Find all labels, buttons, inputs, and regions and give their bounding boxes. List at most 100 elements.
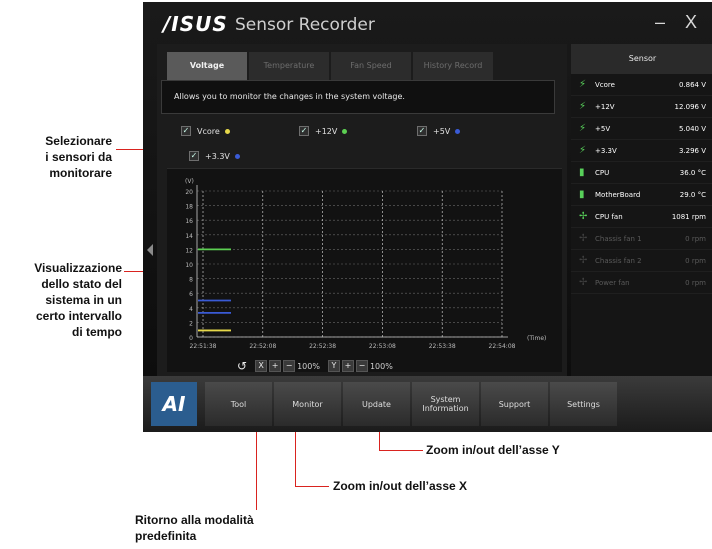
x-tick-label: 22:54:08 (489, 343, 516, 350)
sensor-value: 5.040 V (678, 124, 706, 133)
sensor-value: 0 rpm (685, 234, 706, 243)
annotation-line-zoom-x-h (295, 486, 329, 487)
sensor-label: +12V (315, 126, 338, 136)
x-tick-label: 22:52:08 (249, 343, 276, 350)
voltage-chart-svg: 2018161412108642022:51:38 22:52:08 22:52:3… (185, 178, 546, 350)
sensor-value: 12.096 V (674, 102, 706, 111)
y-tick-label: 20 (185, 189, 193, 196)
title-bar: /ISUS Sensor Recorder – X (143, 2, 712, 44)
tab-fan-speed[interactable]: Fan Speed (331, 52, 411, 80)
y-unit-label: (V) (185, 178, 194, 185)
sensor-name: Vcore (595, 80, 615, 89)
sensor-name: Chassis fan 2 (595, 256, 642, 265)
thermometer-icon: ▮ (579, 188, 585, 200)
y-tick-label: 16 (185, 218, 193, 225)
bolt-icon: ⚡ (579, 100, 587, 112)
annotation-line-zoom-y-h (379, 450, 423, 451)
sensor-row: ✢ CPU fan 1081 rpm (571, 206, 712, 228)
y-tick-label: 8 (189, 277, 193, 284)
sensor-name: CPU fan (595, 212, 623, 221)
annotation-system-status: Visualizzazione dello stato del sistema … (34, 261, 122, 339)
y-tick-label: 6 (189, 291, 193, 298)
sensor-row: ▮ CPU 36.0 °C (571, 162, 712, 184)
color-swatch (234, 153, 240, 159)
sensor-value: 1081 rpm (671, 212, 706, 221)
annotation-zoom-y: Zoom in/out dell’asse Y (426, 443, 560, 457)
checkbox-icon[interactable]: ✓ (189, 151, 199, 161)
asus-logo: /ISUS (163, 12, 228, 36)
sensor-checkbox-vcore[interactable]: ✓ Vcore (181, 124, 230, 138)
sensor-recorder-window: /ISUS Sensor Recorder – X Voltage Temper… (143, 2, 712, 432)
sensor-value: 29.0 °C (679, 190, 706, 199)
checkbox-icon[interactable]: ✓ (181, 126, 191, 136)
checkbox-icon[interactable]: ✓ (299, 126, 309, 136)
sensor-value: 3.296 V (678, 146, 706, 155)
sensor-value: 0 rpm (685, 256, 706, 265)
sensor-row: ✢ Power fan 0 rpm (571, 272, 712, 294)
x-tick-label: 22:52:38 (309, 343, 336, 350)
sensor-value: 0 rpm (685, 278, 706, 287)
bottom-dock: AI Tool Monitor Update System Informatio… (143, 376, 712, 432)
chevron-left-icon[interactable] (147, 244, 153, 256)
dock-menu: Tool Monitor Update System Information S… (205, 382, 619, 426)
color-swatch (224, 128, 230, 134)
window-title: Sensor Recorder (235, 15, 375, 35)
graph-controls: ↺ X + − 100% Y + − 100% (237, 359, 401, 373)
ai-suite-logo[interactable]: AI (151, 382, 197, 426)
sensor-label: Vcore (197, 126, 220, 136)
x-tick-label: 22:53:08 (369, 343, 396, 350)
tab-bar: Voltage Temperature Fan Speed History Re… (167, 52, 495, 80)
sensor-name: +5V (595, 124, 611, 133)
fan-icon: ✢ (579, 276, 588, 288)
y-tick-label: 0 (189, 335, 193, 342)
voltage-graph: 20 18 16 14 12 10 8 6 4 2 0 22:51:38 22:52:08 22:52:3… (167, 168, 562, 372)
y-axis-label: Y (327, 360, 340, 372)
sensor-label: +3.3V (205, 151, 230, 161)
y-zoom-in-icon[interactable]: + (341, 360, 354, 372)
sensor-name: MotherBoard (595, 190, 641, 199)
sensor-checkbox-12v[interactable]: ✓ +12V (299, 124, 348, 138)
tab-history-record[interactable]: History Record (413, 52, 493, 80)
sensor-panel-header: Sensor (571, 44, 712, 74)
fan-icon: ✢ (579, 210, 588, 222)
y-tick-label: 2 (189, 320, 193, 327)
x-zoom-value: 100% (297, 361, 320, 371)
x-unit-label: (Time) (527, 335, 546, 342)
bolt-icon: ⚡ (579, 78, 587, 90)
color-swatch (455, 128, 461, 134)
y-zoom-out-icon[interactable]: − (355, 360, 368, 372)
dock-settings-button[interactable]: Settings (550, 382, 617, 426)
dock-update-button[interactable]: Update (343, 382, 410, 426)
thermometer-icon: ▮ (579, 166, 585, 178)
sensor-row: ⚡ +3.3V 3.296 V (571, 140, 712, 162)
fan-icon: ✢ (579, 232, 588, 244)
dock-support-button[interactable]: Support (481, 382, 548, 426)
x-zoom-out-icon[interactable]: − (283, 360, 296, 372)
sensor-selector-group: ✓ Vcore ✓ +12V ✓ +5V ✓ +3.3V (181, 116, 557, 164)
dock-tool-button[interactable]: Tool (205, 382, 272, 426)
checkbox-icon[interactable]: ✓ (417, 126, 427, 136)
y-zoom-value: 100% (369, 361, 393, 371)
annotation-select-sensors: Selezionare i sensori da monitorare (45, 134, 112, 180)
dock-system-information-button[interactable]: System Information (412, 382, 479, 426)
bolt-icon: ⚡ (579, 144, 587, 156)
close-button[interactable]: X (685, 12, 697, 33)
annotation-zoom-x: Zoom in/out dell’asse X (333, 479, 468, 493)
tab-voltage[interactable]: Voltage (167, 52, 247, 80)
sensor-row: ⚡ +12V 12.096 V (571, 96, 712, 118)
minimize-button[interactable]: – (655, 12, 665, 33)
reset-view-icon[interactable]: ↺ (237, 359, 247, 373)
y-tick-label: 14 (185, 233, 193, 240)
y-tick-label: 10 (185, 262, 193, 269)
sensor-checkbox-5v[interactable]: ✓ +5V (417, 124, 461, 138)
sensor-name: Power fan (595, 278, 630, 287)
x-zoom-in-icon[interactable]: + (269, 360, 282, 372)
sensor-list: ⚡ Vcore 0.864 V ⚡ +12V 12.096 V ⚡ +5V 5.040 V ⚡ +3… (571, 74, 712, 294)
bolt-icon: ⚡ (579, 122, 587, 134)
dock-monitor-button[interactable]: Monitor (274, 382, 341, 426)
fan-icon: ✢ (579, 254, 588, 266)
sensor-value: 36.0 °C (679, 168, 706, 177)
tab-temperature[interactable]: Temperature (249, 52, 329, 80)
sensor-checkbox-3v3[interactable]: ✓ +3.3V (189, 149, 240, 163)
x-tick-label: 22:53:38 (429, 343, 456, 350)
